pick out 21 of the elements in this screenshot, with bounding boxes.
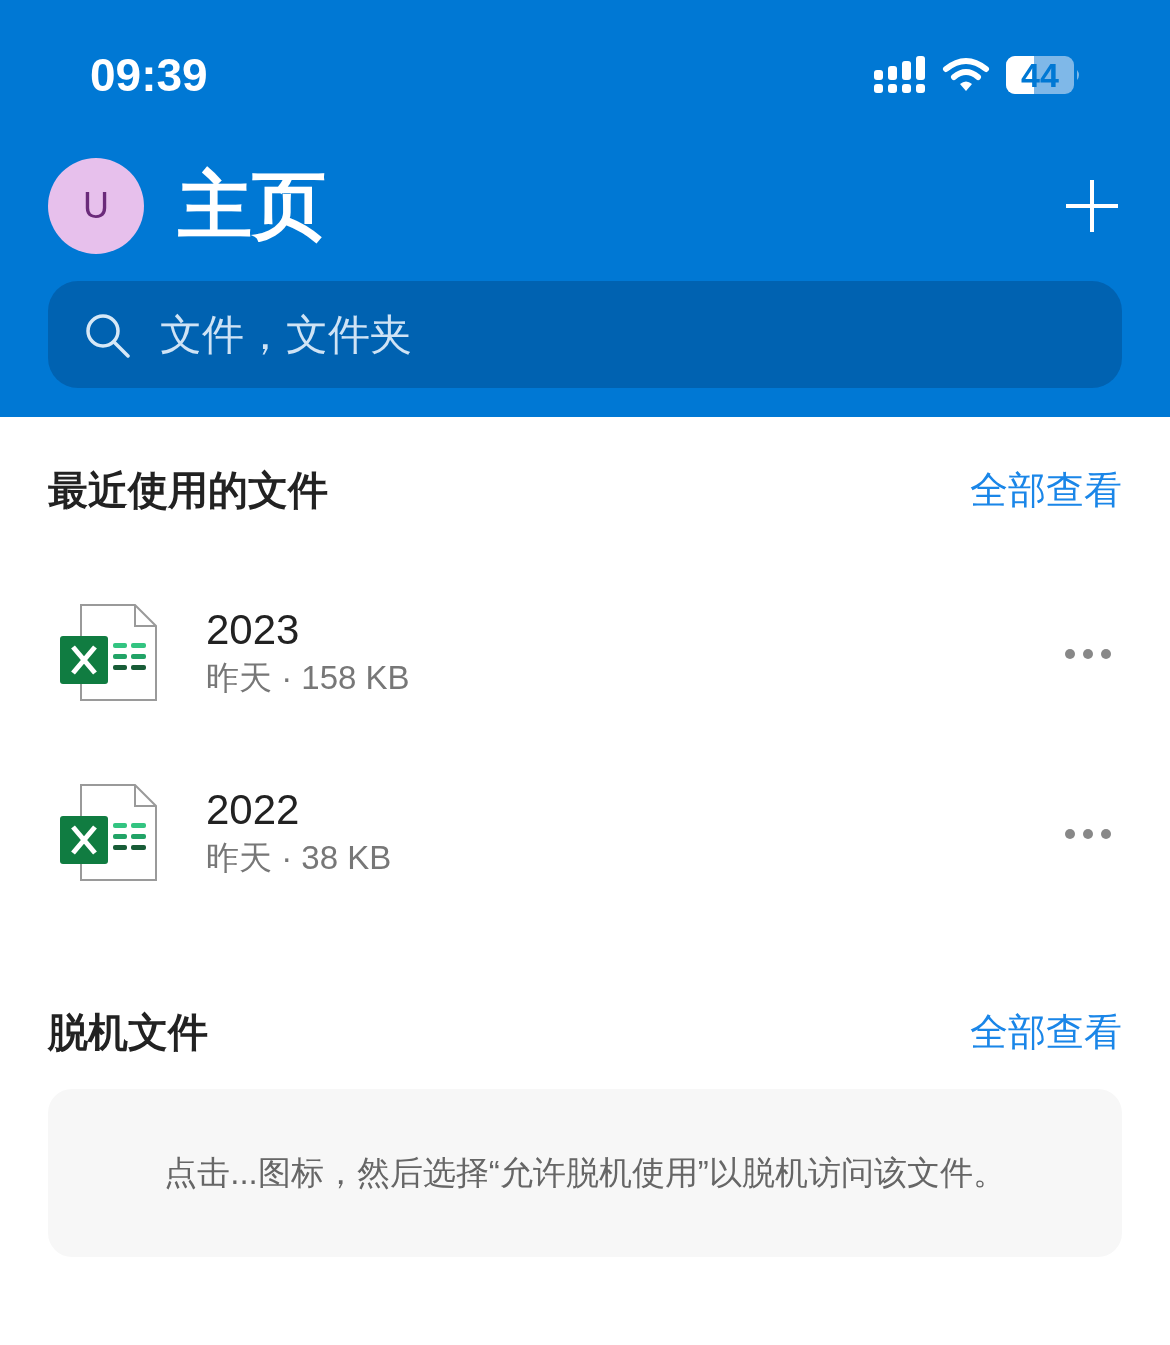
search-field[interactable]: 文件，文件夹 [48,281,1122,388]
file-name: 2023 [206,604,301,655]
spreadsheet-file-icon [60,784,158,882]
more-icon [1064,827,1112,840]
page-title: 主页 [178,163,326,249]
file-name: 2022 [206,784,301,835]
info-message: 点击...图标，然后选择“允许脱机使用”以脱机访问该文件。 [164,1153,1006,1194]
view-all-link[interactable]: 全部查看 [970,1003,1122,1061]
file-details: 昨天 · 158 KB [206,658,411,699]
clock-time: 09:39 [90,47,208,103]
file-details: 昨天 · 38 KB [206,838,393,879]
signal-icon [874,56,926,94]
search-icon [84,311,130,358]
section-title: 脱机文件 [48,1009,208,1056]
spreadsheet-file-icon [60,604,158,702]
more-icon [1064,647,1112,660]
wifi-icon [942,57,990,93]
search-input[interactable]: 文件，文件夹 [158,302,1086,367]
section-title: 最近使用的文件 [48,467,328,514]
view-all-link[interactable]: 全部查看 [970,461,1122,519]
avatar[interactable]: U [48,157,144,254]
